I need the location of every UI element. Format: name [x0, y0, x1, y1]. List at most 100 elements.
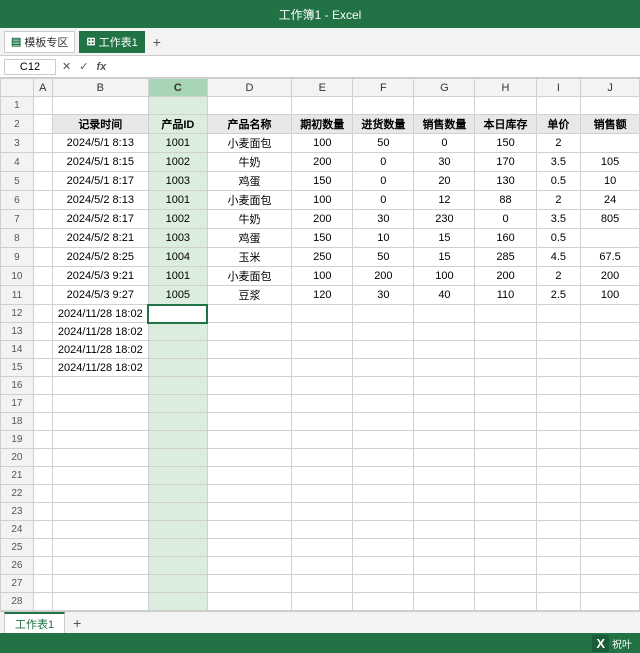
cell-D18[interactable] [207, 413, 292, 431]
cell-B21[interactable] [52, 467, 148, 485]
cell-I14[interactable] [536, 341, 581, 359]
cell-B7[interactable]: 2024/5/2 8:17 [52, 210, 148, 229]
cell-C7[interactable]: 1002 [148, 210, 207, 229]
cell-E3[interactable]: 100 [292, 134, 353, 153]
cell-E24[interactable] [292, 521, 353, 539]
cell-H7[interactable]: 0 [475, 210, 536, 229]
cell-B27[interactable] [52, 575, 148, 593]
cell-F18[interactable] [353, 413, 414, 431]
cell-A22[interactable] [33, 485, 52, 503]
cell-D13[interactable] [207, 323, 292, 341]
cell-G1[interactable] [414, 97, 475, 115]
cell-D16[interactable] [207, 377, 292, 395]
cell-I4[interactable]: 3.5 [536, 153, 581, 172]
cell-D15[interactable] [207, 359, 292, 377]
cell-G27[interactable] [414, 575, 475, 593]
cell-E2[interactable]: 期初数量 [292, 115, 353, 134]
cell-B8[interactable]: 2024/5/2 8:21 [52, 229, 148, 248]
cell-A1[interactable] [33, 97, 52, 115]
cell-J17[interactable] [581, 395, 640, 413]
cell-E17[interactable] [292, 395, 353, 413]
cell-A11[interactable] [33, 286, 52, 305]
cell-B20[interactable] [52, 449, 148, 467]
cell-C2[interactable]: 产品ID [148, 115, 207, 134]
cell-J8[interactable] [581, 229, 640, 248]
cell-H15[interactable] [475, 359, 536, 377]
cell-D14[interactable] [207, 341, 292, 359]
cell-I3[interactable]: 2 [536, 134, 581, 153]
cell-B9[interactable]: 2024/5/2 8:25 [52, 248, 148, 267]
cell-E12[interactable] [292, 305, 353, 323]
sheet-tab-active[interactable]: 工作表1 [4, 612, 65, 634]
cell-B10[interactable]: 2024/5/3 9:21 [52, 267, 148, 286]
cell-G10[interactable]: 100 [414, 267, 475, 286]
cell-A21[interactable] [33, 467, 52, 485]
cell-H16[interactable] [475, 377, 536, 395]
cell-D8[interactable]: 鸡蛋 [207, 229, 292, 248]
cell-H22[interactable] [475, 485, 536, 503]
cell-F26[interactable] [353, 557, 414, 575]
cell-G16[interactable] [414, 377, 475, 395]
cell-J12[interactable] [581, 305, 640, 323]
cell-D12[interactable] [207, 305, 292, 323]
cell-D19[interactable] [207, 431, 292, 449]
cell-B25[interactable] [52, 539, 148, 557]
cell-D23[interactable] [207, 503, 292, 521]
cell-H23[interactable] [475, 503, 536, 521]
cell-A27[interactable] [33, 575, 52, 593]
cell-C14[interactable] [148, 341, 207, 359]
cell-E25[interactable] [292, 539, 353, 557]
cell-B1[interactable] [52, 97, 148, 115]
cell-D20[interactable] [207, 449, 292, 467]
cell-A2[interactable] [33, 115, 52, 134]
sheet-tab-ribbon[interactable]: ⊞ 工作表1 [79, 31, 144, 53]
cell-J10[interactable]: 200 [581, 267, 640, 286]
cell-E23[interactable] [292, 503, 353, 521]
cell-F7[interactable]: 30 [353, 210, 414, 229]
cell-J6[interactable]: 24 [581, 191, 640, 210]
cell-J23[interactable] [581, 503, 640, 521]
cell-H9[interactable]: 285 [475, 248, 536, 267]
cell-F9[interactable]: 50 [353, 248, 414, 267]
cell-I24[interactable] [536, 521, 581, 539]
cell-E21[interactable] [292, 467, 353, 485]
cell-D25[interactable] [207, 539, 292, 557]
cell-H19[interactable] [475, 431, 536, 449]
cell-G14[interactable] [414, 341, 475, 359]
cell-J24[interactable] [581, 521, 640, 539]
cell-I1[interactable] [536, 97, 581, 115]
cell-E27[interactable] [292, 575, 353, 593]
cell-J11[interactable]: 100 [581, 286, 640, 305]
cell-D4[interactable]: 牛奶 [207, 153, 292, 172]
cell-B23[interactable] [52, 503, 148, 521]
cell-C25[interactable] [148, 539, 207, 557]
cell-F14[interactable] [353, 341, 414, 359]
cell-C24[interactable] [148, 521, 207, 539]
cell-I23[interactable] [536, 503, 581, 521]
cell-F16[interactable] [353, 377, 414, 395]
cell-E7[interactable]: 200 [292, 210, 353, 229]
cell-E16[interactable] [292, 377, 353, 395]
cell-D24[interactable] [207, 521, 292, 539]
cell-J18[interactable] [581, 413, 640, 431]
cell-A25[interactable] [33, 539, 52, 557]
cell-A13[interactable] [33, 323, 52, 341]
cell-C11[interactable]: 1005 [148, 286, 207, 305]
cell-E26[interactable] [292, 557, 353, 575]
cell-H18[interactable] [475, 413, 536, 431]
cell-D11[interactable]: 豆浆 [207, 286, 292, 305]
cell-J26[interactable] [581, 557, 640, 575]
cell-J22[interactable] [581, 485, 640, 503]
cell-I21[interactable] [536, 467, 581, 485]
cell-B4[interactable]: 2024/5/1 8:15 [52, 153, 148, 172]
cell-I12[interactable] [536, 305, 581, 323]
cell-I11[interactable]: 2.5 [536, 286, 581, 305]
cell-G17[interactable] [414, 395, 475, 413]
cell-C16[interactable] [148, 377, 207, 395]
col-header-H[interactable]: H [475, 79, 536, 97]
cell-G23[interactable] [414, 503, 475, 521]
cell-I19[interactable] [536, 431, 581, 449]
cell-H17[interactable] [475, 395, 536, 413]
cell-C6[interactable]: 1001 [148, 191, 207, 210]
cell-E1[interactable] [292, 97, 353, 115]
